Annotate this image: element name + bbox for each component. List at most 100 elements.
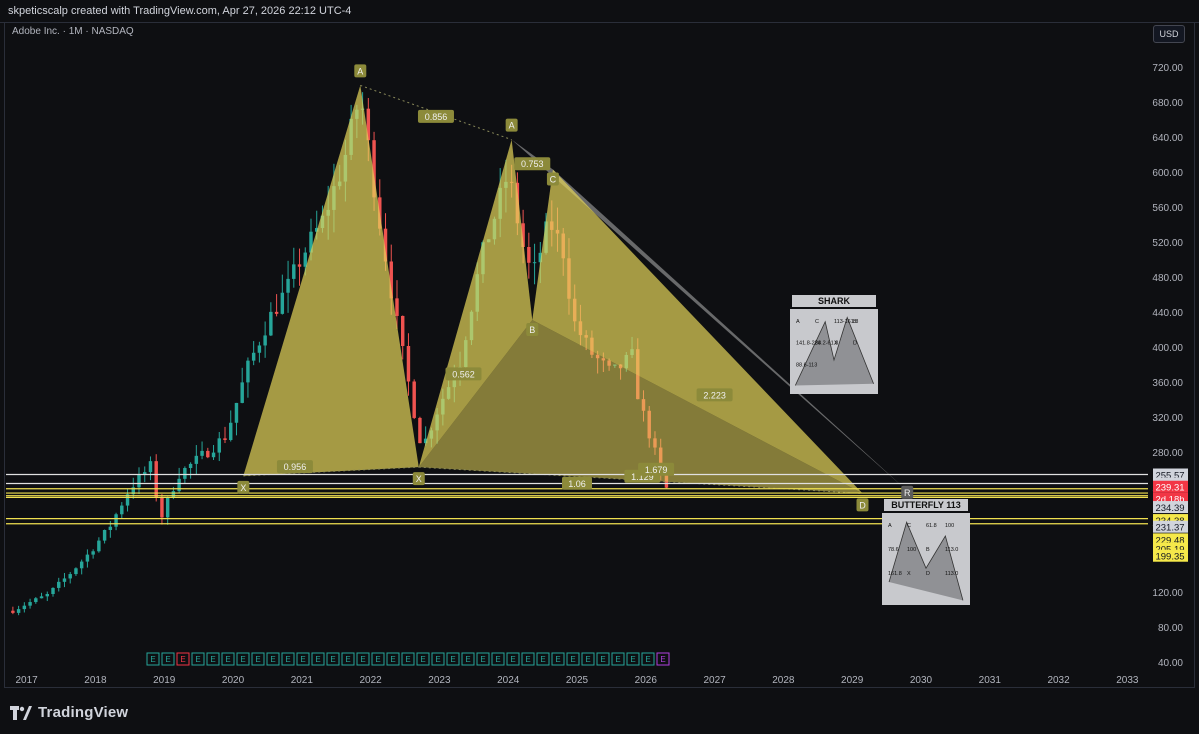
pattern-point-label: X bbox=[240, 483, 246, 493]
candle-body bbox=[269, 311, 273, 336]
candle-body bbox=[234, 402, 239, 423]
candle-body bbox=[251, 352, 256, 361]
pattern-point-label: C bbox=[550, 174, 557, 184]
earnings-marker-label: E bbox=[630, 655, 635, 664]
candle-body bbox=[229, 422, 233, 441]
candle-body bbox=[246, 360, 250, 383]
pattern-point-label: B bbox=[529, 325, 535, 335]
candle-body bbox=[114, 514, 118, 527]
earnings-marker-label: E bbox=[315, 655, 320, 664]
candle-body bbox=[22, 605, 27, 610]
earnings-marker-label: E bbox=[285, 655, 290, 664]
candle-body bbox=[137, 474, 141, 488]
candle-body bbox=[188, 463, 193, 469]
x-axis-tick-label: 2025 bbox=[566, 675, 589, 686]
earnings-marker-label: E bbox=[450, 655, 455, 664]
pattern-inset-title: BUTTERFLY 113 bbox=[891, 500, 961, 510]
earnings-marker-label: E bbox=[165, 655, 170, 664]
earnings-marker-label: E bbox=[510, 655, 515, 664]
y-axis-tick-label: 80.00 bbox=[1158, 623, 1183, 634]
candle-body bbox=[39, 596, 44, 599]
pattern-inset-label: A bbox=[796, 319, 800, 325]
earnings-marker-label: E bbox=[615, 655, 620, 664]
candle-body bbox=[527, 247, 531, 263]
tradingview-logo[interactable]: TradingView bbox=[10, 704, 128, 721]
candle-body bbox=[16, 609, 21, 613]
pattern-inset-label: B bbox=[853, 319, 857, 325]
earnings-marker-label: E bbox=[405, 655, 410, 664]
y-axis-tick-label: 560.00 bbox=[1152, 203, 1183, 214]
x-axis-tick-label: 2031 bbox=[979, 675, 1002, 686]
earnings-marker-label: E bbox=[435, 655, 440, 664]
pattern-inset-title: SHARK bbox=[818, 296, 851, 306]
candle-body bbox=[165, 497, 170, 518]
earnings-marker-label: E bbox=[375, 655, 380, 664]
x-axis-tick-label: 2024 bbox=[497, 675, 520, 686]
pattern-inset-label: X bbox=[834, 341, 838, 347]
candle-body bbox=[34, 598, 38, 603]
candle-body bbox=[160, 497, 164, 518]
pattern-inset-label: 100 bbox=[907, 547, 916, 553]
earnings-marker-label: E bbox=[195, 655, 200, 664]
x-axis-tick-label: 2029 bbox=[841, 675, 864, 686]
brand-name: TradingView bbox=[38, 704, 129, 721]
pattern-inset-label: 88.6-113 bbox=[796, 362, 817, 368]
pattern-inset-label: 78.6 bbox=[888, 547, 899, 553]
candle-body bbox=[211, 452, 216, 458]
pattern-inset-label: D bbox=[853, 341, 857, 347]
x-axis-tick-label: 2030 bbox=[910, 675, 933, 686]
price-chart[interactable]: 40.0080.00120.00160.00200.00240.00280.00… bbox=[0, 0, 1199, 734]
earnings-marker-label: E bbox=[420, 655, 425, 664]
price-tag: 234.39 bbox=[1155, 503, 1184, 514]
candle-body bbox=[28, 602, 32, 606]
candle-body bbox=[74, 568, 78, 575]
x-axis-tick-label: 2032 bbox=[1047, 675, 1070, 686]
shark-point-label: R bbox=[904, 488, 911, 498]
candle-body bbox=[51, 587, 55, 595]
candle-body bbox=[263, 335, 267, 346]
y-axis-tick-label: 120.00 bbox=[1152, 588, 1183, 599]
pattern-inset-label: B bbox=[926, 547, 930, 553]
x-axis-tick-label: 2023 bbox=[428, 675, 451, 686]
candle-body bbox=[97, 540, 101, 552]
candle-body bbox=[154, 461, 158, 498]
earnings-marker-label: E bbox=[555, 655, 560, 664]
y-axis-tick-label: 720.00 bbox=[1152, 63, 1183, 74]
pattern-point-label: X bbox=[416, 474, 422, 484]
y-axis-tick-label: 440.00 bbox=[1152, 308, 1183, 319]
candle-body bbox=[85, 554, 90, 562]
candle-body bbox=[120, 505, 124, 515]
tradingview-logo-icon bbox=[10, 705, 32, 720]
y-axis-tick-label: 640.00 bbox=[1152, 133, 1183, 144]
earnings-marker-label: E bbox=[210, 655, 215, 664]
earnings-marker-label: E bbox=[570, 655, 575, 664]
candle-body bbox=[303, 252, 307, 267]
ratio-label: 2.223 bbox=[703, 390, 726, 400]
candle-body bbox=[240, 382, 244, 403]
x-axis-tick-label: 2020 bbox=[222, 675, 245, 686]
y-axis-tick-label: 480.00 bbox=[1152, 273, 1183, 284]
candle-body bbox=[274, 311, 279, 314]
candle-body bbox=[91, 551, 95, 555]
y-axis-tick-label: 40.00 bbox=[1158, 658, 1183, 669]
candle-body bbox=[206, 450, 210, 458]
x-axis-tick-label: 2017 bbox=[16, 675, 39, 686]
pattern-point-label: A bbox=[509, 121, 515, 131]
earnings-marker-label: E bbox=[180, 655, 185, 664]
ratio-label: 0.956 bbox=[284, 462, 307, 472]
footer bbox=[0, 690, 1199, 734]
pattern-point-label: A bbox=[357, 66, 363, 76]
ratio-label: 0.856 bbox=[425, 112, 448, 122]
x-axis-tick-label: 2018 bbox=[84, 675, 107, 686]
candle-body bbox=[395, 298, 399, 316]
x-axis-tick-label: 2027 bbox=[703, 675, 726, 686]
pattern-inset-label: C bbox=[907, 523, 911, 529]
x-axis-tick-label: 2021 bbox=[291, 675, 314, 686]
earnings-marker-label: E bbox=[225, 655, 230, 664]
price-tag: 231.37 bbox=[1155, 523, 1184, 534]
pattern-inset-label: 61.8 bbox=[926, 523, 937, 529]
candle-body bbox=[68, 574, 72, 579]
pattern-inset-label: 161.8 bbox=[888, 571, 902, 577]
x-axis-tick-label: 2028 bbox=[772, 675, 795, 686]
candle-body bbox=[217, 438, 221, 453]
